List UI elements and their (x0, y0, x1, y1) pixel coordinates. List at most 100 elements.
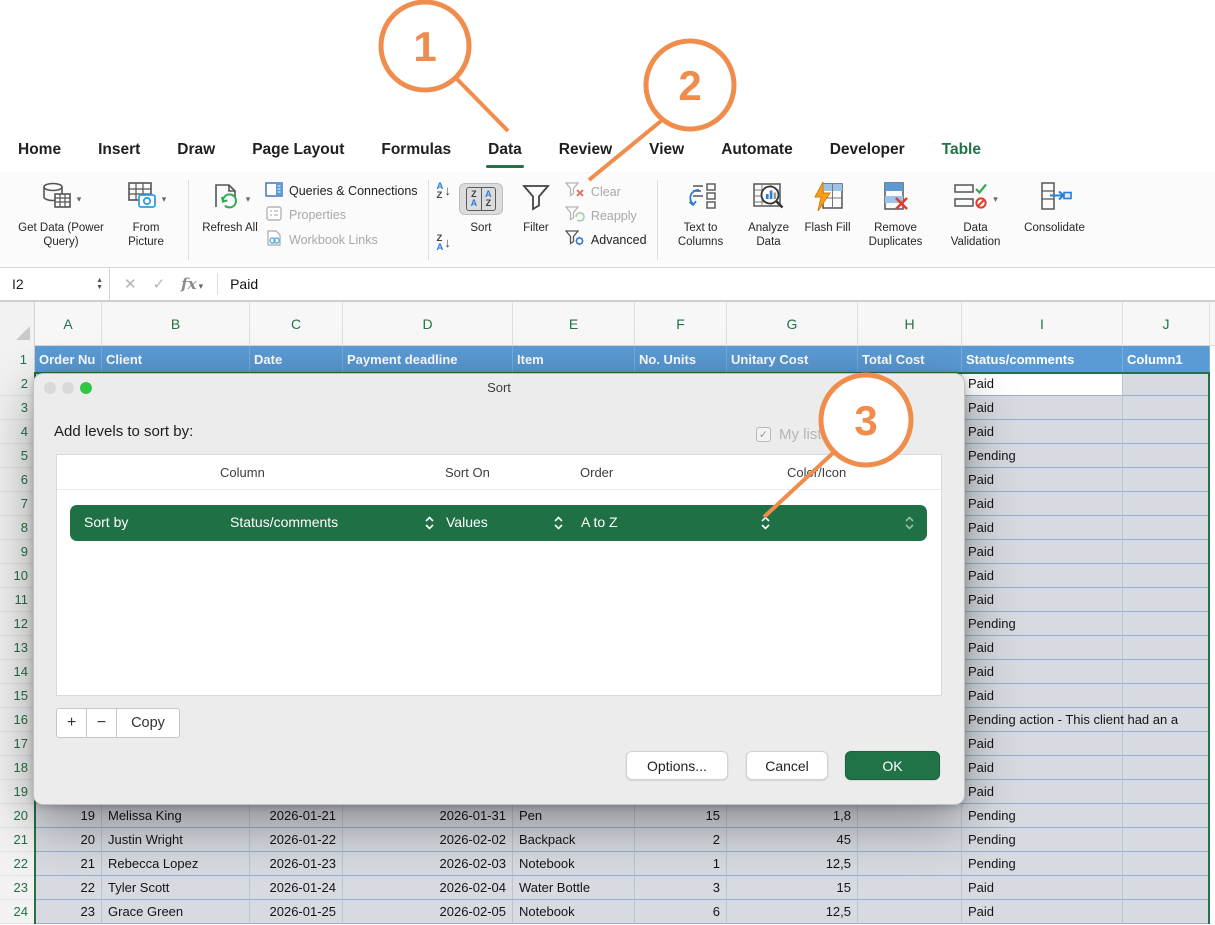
cell-status[interactable]: Pending (962, 444, 1123, 468)
cell-column1[interactable] (1123, 780, 1210, 804)
cell-status[interactable]: Paid (962, 780, 1123, 804)
ribbon-tab[interactable]: View (649, 141, 684, 159)
header-cell-order[interactable]: Order Nu (35, 346, 102, 372)
cell-status[interactable]: Paid (962, 420, 1123, 444)
ribbon-tab[interactable]: Developer (830, 141, 905, 159)
cell-order[interactable]: 19 (35, 804, 102, 828)
cell-deadline[interactable]: 2026-02-05 (343, 900, 513, 924)
cell-column1[interactable] (1123, 900, 1210, 924)
ribbon-tab[interactable]: Table (942, 141, 981, 159)
row-number[interactable]: 5 (0, 444, 35, 468)
cell-column1[interactable] (1123, 660, 1210, 684)
queries-connections-button[interactable]: Queries & Connections (265, 182, 418, 200)
cell-client[interactable]: Melissa King (102, 804, 250, 828)
column-header-i[interactable]: I (962, 302, 1123, 346)
copy-level-button[interactable]: Copy (117, 709, 179, 737)
row-number[interactable]: 19 (0, 780, 35, 804)
cell-status[interactable]: Paid (962, 636, 1123, 660)
row-number[interactable]: 4 (0, 420, 35, 444)
cell-column1[interactable] (1123, 372, 1210, 396)
header-cell-unitary-cost[interactable]: Unitary Cost (727, 346, 858, 372)
sort-ascending-button[interactable]: AZ↓ (437, 182, 451, 200)
row-number[interactable]: 17 (0, 732, 35, 756)
cell-column1[interactable] (1123, 540, 1210, 564)
cell-client[interactable]: Rebecca Lopez (102, 852, 250, 876)
cell-status[interactable]: Pending (962, 804, 1123, 828)
cell-total-cost[interactable] (858, 852, 962, 876)
row-number[interactable]: 16 (0, 708, 35, 732)
row-number[interactable]: 15 (0, 684, 35, 708)
sort-level-row[interactable]: Sort by Status/comments Values A to Z (70, 505, 927, 541)
cell-total-cost[interactable] (858, 900, 962, 924)
formula-input[interactable]: Paid (218, 276, 258, 292)
ribbon-tab[interactable]: Insert (98, 141, 140, 159)
cell-unit-cost[interactable]: 15 (727, 876, 858, 900)
cell-total-cost[interactable] (858, 876, 962, 900)
column-header-e[interactable]: E (513, 302, 635, 346)
order-dropdown-value[interactable]: A to Z (581, 514, 618, 530)
header-cell-item[interactable]: Item (513, 346, 635, 372)
properties-button[interactable]: Properties (265, 206, 418, 224)
row-number[interactable]: 8 (0, 516, 35, 540)
cell-units[interactable]: 15 (635, 804, 727, 828)
cell-status[interactable]: Paid (962, 900, 1123, 924)
cell-order[interactable]: 23 (35, 900, 102, 924)
cell-item[interactable]: Backpack (513, 828, 635, 852)
column-dropdown-value[interactable]: Status/comments (230, 514, 338, 530)
flash-fill-button[interactable]: Flash Fill (805, 178, 851, 236)
order-dropdown-stepper-icon[interactable] (761, 515, 770, 534)
sort-descending-button[interactable]: ZA↓ (437, 234, 451, 252)
cell-total-cost[interactable] (858, 828, 962, 852)
column-header-d[interactable]: D (343, 302, 513, 346)
row-number[interactable]: 14 (0, 660, 35, 684)
row-number[interactable]: 21 (0, 828, 35, 852)
cell-date[interactable]: 2026-01-21 (250, 804, 343, 828)
insert-function-icon[interactable]: fx (181, 275, 196, 293)
cell-order[interactable]: 21 (35, 852, 102, 876)
analyze-data-button[interactable]: Analyze Data (739, 178, 799, 249)
header-cell-date[interactable]: Date (250, 346, 343, 372)
close-window-icon[interactable] (44, 382, 56, 394)
header-cell-client[interactable]: Client (102, 346, 250, 372)
column-header-c[interactable]: C (250, 302, 343, 346)
cell-status[interactable]: Paid (962, 516, 1123, 540)
cancel-button[interactable]: Cancel (746, 751, 828, 780)
cell-column1[interactable] (1123, 804, 1210, 828)
cell-item[interactable]: Notebook (513, 852, 635, 876)
ribbon-tab[interactable]: Draw (177, 141, 215, 159)
get-data-button[interactable]: ▾ Get Data (Power Query) (13, 178, 109, 249)
cell-date[interactable]: 2026-01-25 (250, 900, 343, 924)
cell-column1[interactable] (1123, 516, 1210, 540)
cancel-icon[interactable]: ✕ (124, 275, 137, 293)
ribbon-tab[interactable]: Page Layout (252, 141, 344, 159)
ribbon-tab[interactable]: Data (488, 141, 522, 159)
consolidate-button[interactable]: Consolidate (1017, 178, 1093, 236)
row-number[interactable]: 20 (0, 804, 35, 828)
cell-status[interactable]: Pending (962, 612, 1123, 636)
cell-column1[interactable] (1123, 564, 1210, 588)
cell-order[interactable]: 20 (35, 828, 102, 852)
enter-check-icon[interactable]: ✓ (153, 275, 166, 293)
name-box-stepper[interactable]: ▲▼ (96, 277, 103, 292)
cell-units[interactable]: 1 (635, 852, 727, 876)
checkbox-checked-icon[interactable]: ✓ (756, 427, 771, 442)
cell-unit-cost[interactable]: 12,5 (727, 852, 858, 876)
headers-checkbox-row[interactable]: ✓ My list has headers (756, 426, 908, 443)
cell-column1[interactable] (1123, 732, 1210, 756)
color-icon-dropdown-stepper-icon[interactable] (905, 515, 914, 534)
cell-units[interactable]: 3 (635, 876, 727, 900)
cell-deadline[interactable]: 2026-01-31 (343, 804, 513, 828)
header-cell-column1[interactable]: Column1 (1123, 346, 1210, 372)
cell-status[interactable]: Paid (962, 396, 1123, 420)
name-box[interactable]: I2 ▲▼ (0, 268, 110, 300)
cell-unit-cost[interactable]: 1,8 (727, 804, 858, 828)
cell-status[interactable]: Paid (962, 660, 1123, 684)
cell-column1[interactable] (1123, 444, 1210, 468)
cell-status[interactable]: Paid (962, 372, 1123, 396)
advanced-filter-button[interactable]: Advanced (565, 230, 647, 249)
cell-status[interactable]: Paid (962, 876, 1123, 900)
cell-total-cost[interactable] (858, 804, 962, 828)
cell-column1[interactable] (1123, 492, 1210, 516)
from-picture-button[interactable]: ▾ From Picture (115, 178, 177, 249)
cell-column1[interactable] (1123, 420, 1210, 444)
